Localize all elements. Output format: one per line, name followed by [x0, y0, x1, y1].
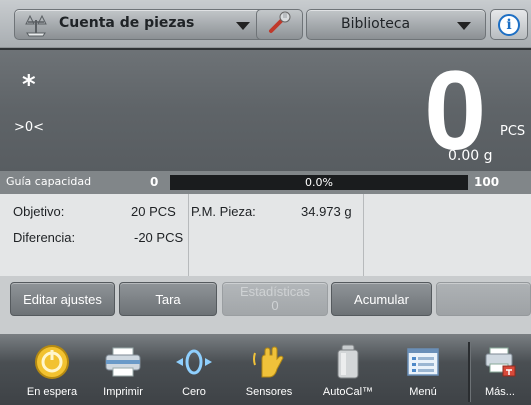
capacity-min: 0	[150, 175, 159, 189]
difference-value: -20 PCS	[134, 230, 184, 245]
capacity-track: 0.0%	[170, 175, 468, 190]
tare-button[interactable]: Tara	[119, 282, 217, 316]
menu-list-icon	[391, 342, 455, 382]
center-zero-indicator: >0<	[14, 120, 45, 135]
target-label: Objetivo:	[13, 204, 65, 219]
autocal-button[interactable]: AutoCal™	[316, 338, 380, 402]
zero-label: Cero	[182, 386, 206, 398]
stable-indicator: *	[22, 70, 36, 100]
chevron-down-icon	[457, 22, 471, 30]
target-value: 20 PCS	[131, 204, 176, 219]
application-select[interactable]: Cuenta de piezas	[14, 9, 265, 40]
sensors-label: Sensores	[245, 386, 293, 398]
capacity-percent: 0.0%	[305, 176, 333, 189]
apw-value: 34.973 g	[301, 204, 352, 219]
zero-button[interactable]: Cero	[162, 338, 226, 402]
print-button[interactable]: Imprimir	[91, 338, 155, 402]
capacity-guide: Guía capacidad 0 0.0% 100	[0, 171, 531, 194]
application-label: Cuenta de piezas	[59, 15, 195, 31]
tare-label: Tara	[155, 291, 181, 307]
autocal-label: AutoCal™	[322, 386, 374, 398]
tools-button[interactable]	[256, 9, 303, 40]
statistics-count: 0	[271, 298, 279, 313]
apw-label: P.M. Pieza:	[191, 204, 256, 219]
reference-weight: 0.00 g	[448, 148, 493, 164]
sensors-button[interactable]: Sensores	[237, 338, 301, 402]
capacity-label: Guía capacidad	[6, 175, 92, 188]
edit-settings-button[interactable]: Editar ajustes	[10, 282, 115, 316]
more-icon	[468, 342, 531, 382]
statistics-button[interactable]: Estadísticas 0	[222, 282, 328, 316]
hand-sensor-icon	[237, 342, 301, 382]
scale-pieces-icon	[21, 12, 51, 38]
accumulate-button[interactable]: Acumular	[331, 282, 432, 316]
info-panel	[0, 194, 531, 276]
wrench-icon	[267, 11, 293, 39]
standby-button[interactable]: En espera	[20, 338, 84, 402]
accumulate-label: Acumular	[354, 291, 409, 307]
column-divider	[363, 194, 364, 276]
edit-settings-label: Editar ajustes	[23, 291, 102, 307]
difference-label: Diferencia:	[13, 230, 76, 245]
library-label: Biblioteca	[341, 16, 411, 32]
standby-icon	[20, 342, 84, 382]
empty-softkey	[436, 282, 531, 316]
more-button[interactable]: Más...	[468, 338, 531, 402]
more-label: Más...	[485, 386, 515, 398]
standby-label: En espera	[26, 386, 78, 398]
library-select[interactable]: Biblioteca	[306, 9, 486, 40]
info-button[interactable]: i	[490, 9, 528, 40]
printer-icon	[91, 342, 155, 382]
chevron-down-icon	[236, 22, 250, 30]
calibration-weight-icon	[316, 342, 380, 382]
info-icon: i	[498, 13, 520, 36]
top-bar: Cuenta de piezas Biblioteca i	[0, 0, 531, 48]
zero-icon	[162, 342, 226, 382]
capacity-max: 100	[474, 175, 500, 189]
statistics-label: Estadísticas	[239, 284, 311, 299]
print-label: Imprimir	[103, 386, 143, 398]
count-unit: PCS	[500, 124, 526, 139]
menu-label: Menú	[409, 386, 437, 398]
column-divider	[188, 194, 189, 276]
menu-button[interactable]: Menú	[391, 338, 455, 402]
